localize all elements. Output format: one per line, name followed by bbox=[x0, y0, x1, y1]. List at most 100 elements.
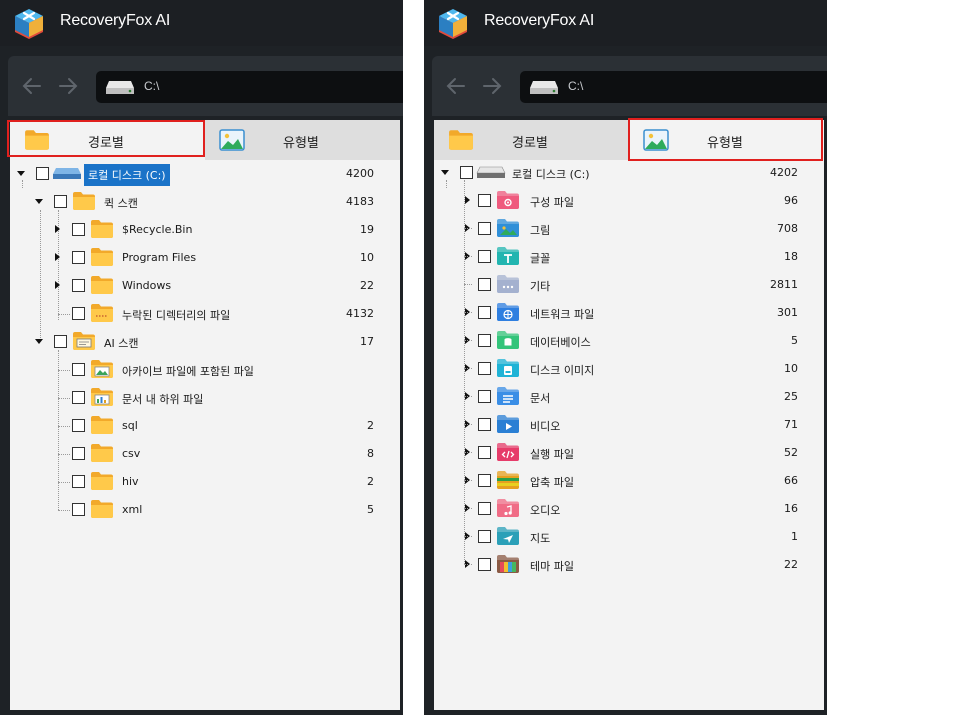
checkbox[interactable] bbox=[478, 390, 491, 403]
tree-row[interactable]: 구성 파일 96 bbox=[458, 190, 798, 210]
tree-row[interactable]: $Recycle.Bin 19 bbox=[52, 219, 374, 239]
expand-arrow-icon[interactable] bbox=[462, 195, 472, 205]
checkbox[interactable] bbox=[478, 222, 491, 235]
picture-folder-icon bbox=[497, 219, 519, 237]
tree-row[interactable]: 오디오 16 bbox=[458, 498, 798, 518]
tree-row[interactable]: 데이터베이스 5 bbox=[458, 330, 798, 350]
local-disk-icon bbox=[53, 168, 81, 179]
tree-row[interactable]: 실행 파일 52 bbox=[458, 442, 798, 462]
tab-by-path[interactable]: 경로별 bbox=[434, 120, 629, 160]
checkbox[interactable] bbox=[72, 251, 85, 264]
expand-arrow-icon[interactable] bbox=[52, 280, 62, 290]
path-text: C:\ bbox=[144, 79, 160, 93]
view-tabs: 경로별 유형별 bbox=[10, 120, 400, 160]
tree-row[interactable]: 디스크 이미지 10 bbox=[458, 358, 798, 378]
tree-row[interactable]: 그림 708 bbox=[458, 218, 798, 238]
expand-arrow-icon[interactable] bbox=[52, 224, 62, 234]
forward-arrow-icon[interactable] bbox=[480, 74, 504, 98]
tree-label: 네트워크 파일 bbox=[530, 308, 595, 321]
path-field[interactable]: C:\ bbox=[520, 71, 827, 103]
checkbox[interactable] bbox=[478, 558, 491, 571]
tree-row[interactable]: hiv 2 bbox=[52, 471, 374, 491]
tree-row[interactable]: Program Files 10 bbox=[52, 247, 374, 267]
tree-row[interactable]: 아카이브 파일에 포함된 파일 bbox=[52, 359, 374, 379]
tree-row[interactable]: csv 8 bbox=[52, 443, 374, 463]
collapse-arrow-icon[interactable] bbox=[34, 196, 44, 206]
checkbox[interactable] bbox=[72, 419, 85, 432]
back-arrow-icon[interactable] bbox=[444, 74, 468, 98]
tree-row[interactable]: 비디오 71 bbox=[458, 414, 798, 434]
checkbox[interactable] bbox=[460, 166, 473, 179]
file-count: 19 bbox=[360, 223, 374, 236]
map-folder-icon bbox=[497, 527, 519, 545]
tab-by-type[interactable]: 유형별 bbox=[205, 120, 400, 160]
checkbox[interactable] bbox=[36, 167, 49, 180]
folder-icon bbox=[448, 129, 474, 151]
tree-row[interactable]: Windows 22 bbox=[52, 275, 374, 295]
tree-row-root[interactable]: 로컬 디스크 (C:) 4202 bbox=[440, 162, 798, 182]
tree-row[interactable]: xml 5 bbox=[52, 499, 374, 519]
path-field[interactable]: C:\ bbox=[96, 71, 403, 103]
checkbox[interactable] bbox=[72, 279, 85, 292]
file-count: 22 bbox=[360, 279, 374, 292]
checkbox[interactable] bbox=[478, 278, 491, 291]
tree-guide bbox=[464, 424, 472, 425]
checkbox[interactable] bbox=[72, 363, 85, 376]
checkbox[interactable] bbox=[478, 194, 491, 207]
ai-scan-folder-icon bbox=[72, 331, 96, 351]
checkbox[interactable] bbox=[72, 223, 85, 236]
tree-row[interactable]: 누락된 디렉터리의 파일 4132 bbox=[52, 303, 374, 323]
checkbox[interactable] bbox=[54, 335, 67, 348]
checkbox[interactable] bbox=[478, 446, 491, 459]
back-arrow-icon[interactable] bbox=[20, 74, 44, 98]
folder-icon bbox=[24, 129, 50, 151]
recoveryfox-window-by-path: RecoveryFox AI C:\ 경로별 유형별 로컬 디스크 (C:) 4… bbox=[0, 0, 403, 715]
tab-by-path[interactable]: 경로별 bbox=[10, 120, 205, 160]
file-count: 2 bbox=[367, 419, 374, 432]
tree-label: 로컬 디스크 (C:) bbox=[512, 168, 590, 181]
executable-folder-icon bbox=[497, 443, 519, 461]
checkbox[interactable] bbox=[478, 474, 491, 487]
picture-icon bbox=[219, 129, 245, 151]
database-folder-icon bbox=[497, 331, 519, 349]
collapse-arrow-icon[interactable] bbox=[440, 167, 450, 177]
expand-arrow-icon[interactable] bbox=[52, 252, 62, 262]
tree-row[interactable]: 네트워크 파일 301 bbox=[458, 302, 798, 322]
tree-row[interactable]: 문서 25 bbox=[458, 386, 798, 406]
drive-icon bbox=[106, 81, 134, 94]
tree-row[interactable]: 문서 내 하위 파일 bbox=[52, 387, 374, 407]
tree-label: 그림 bbox=[530, 224, 551, 237]
checkbox[interactable] bbox=[72, 475, 85, 488]
forward-arrow-icon[interactable] bbox=[56, 74, 80, 98]
collapse-arrow-icon[interactable] bbox=[16, 168, 26, 178]
tree-row[interactable]: 압축 파일 66 bbox=[458, 470, 798, 490]
checkbox[interactable] bbox=[72, 391, 85, 404]
checkbox[interactable] bbox=[478, 418, 491, 431]
tab-by-type[interactable]: 유형별 bbox=[629, 120, 824, 160]
tree-row[interactable]: sql 2 bbox=[52, 415, 374, 435]
tree-row-quick-scan[interactable]: 퀵 스캔 4183 bbox=[34, 191, 374, 211]
tree-row-ai-scan[interactable]: AI 스캔 17 bbox=[34, 331, 374, 351]
collapse-arrow-icon[interactable] bbox=[34, 336, 44, 346]
checkbox[interactable] bbox=[478, 530, 491, 543]
checkbox[interactable] bbox=[54, 195, 67, 208]
file-count: 708 bbox=[777, 222, 798, 235]
checkbox[interactable] bbox=[478, 306, 491, 319]
folder-icon bbox=[90, 415, 114, 435]
checkbox[interactable] bbox=[478, 334, 491, 347]
tree-row[interactable]: 지도 1 bbox=[458, 526, 798, 546]
tree-row[interactable]: 글꼴 18 bbox=[458, 246, 798, 266]
checkbox[interactable] bbox=[478, 250, 491, 263]
network-folder-icon bbox=[497, 303, 519, 321]
file-count: 52 bbox=[784, 446, 798, 459]
tree-label: $Recycle.Bin bbox=[122, 223, 193, 236]
tree-row-root[interactable]: 로컬 디스크 (C:) 4200 bbox=[16, 163, 374, 186]
file-count: 10 bbox=[360, 251, 374, 264]
checkbox[interactable] bbox=[72, 503, 85, 516]
checkbox[interactable] bbox=[478, 362, 491, 375]
tree-row[interactable]: 기타 2811 bbox=[458, 274, 798, 294]
checkbox[interactable] bbox=[72, 447, 85, 460]
checkbox[interactable] bbox=[478, 502, 491, 515]
tree-row[interactable]: 테마 파일 22 bbox=[458, 554, 798, 574]
checkbox[interactable] bbox=[72, 307, 85, 320]
